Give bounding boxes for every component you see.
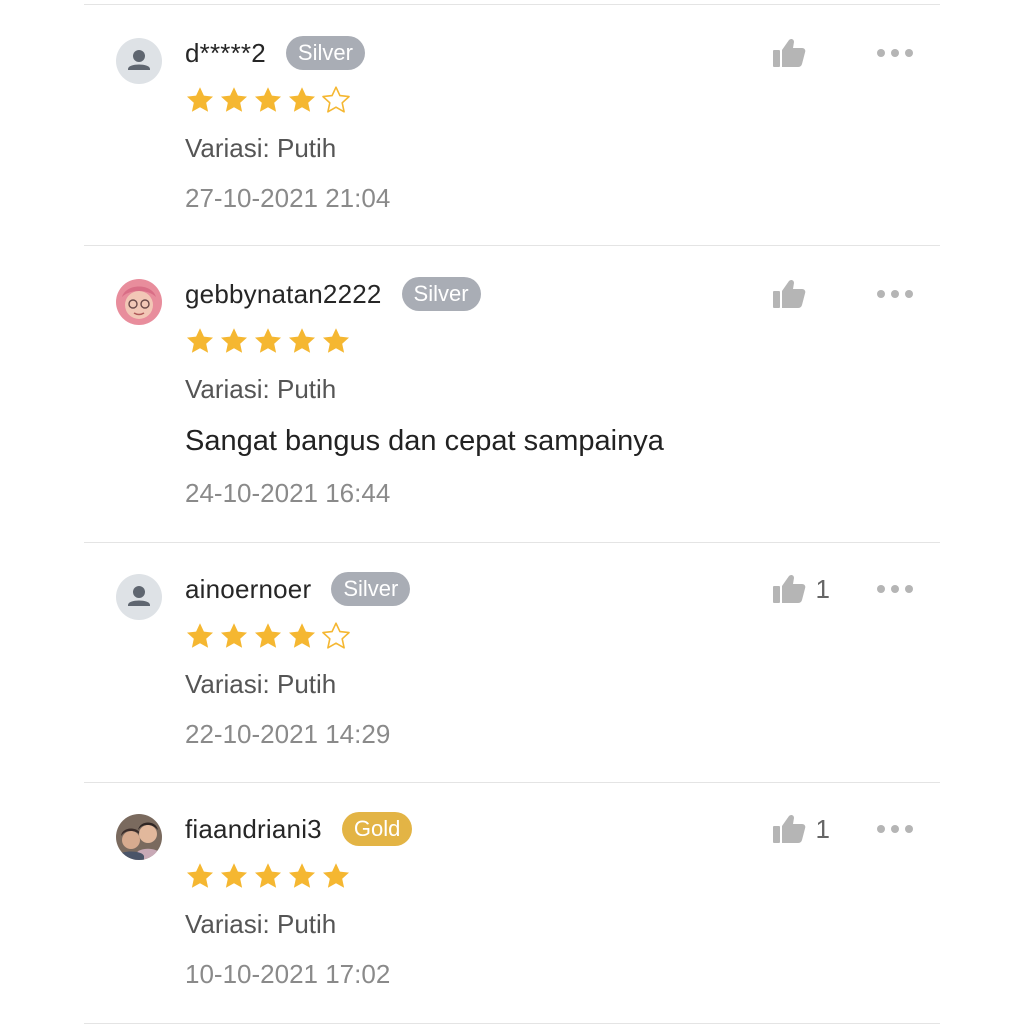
star-empty-icon [321, 85, 351, 115]
star-filled-icon [321, 326, 351, 356]
star-filled-icon [253, 621, 283, 651]
star-filled-icon [185, 621, 215, 651]
member-badge: Silver [285, 36, 365, 70]
review-actions [772, 35, 914, 71]
star-filled-icon [185, 861, 215, 891]
review-timestamp: 24-10-2021 16:44 [185, 478, 391, 508]
like-button[interactable] [772, 279, 830, 309]
default-user-icon [128, 50, 150, 70]
star-filled-icon [287, 85, 317, 115]
star-filled-icon [287, 326, 317, 356]
like-button[interactable] [772, 38, 830, 68]
star-filled-icon [287, 621, 317, 651]
review-actions: 1 [772, 811, 914, 847]
star-rating [185, 621, 940, 651]
star-rating [185, 861, 940, 891]
reviews-page: d*****2 Silver Variasi: Putih 27-10-2021… [0, 0, 1024, 1024]
more-dots-icon [877, 49, 913, 57]
default-user-icon [128, 586, 150, 606]
member-badge: Silver [401, 277, 481, 311]
thumbs-up-icon [772, 574, 805, 603]
avatar[interactable] [116, 814, 162, 860]
review-item: d*****2 Silver Variasi: Putih 27-10-2021… [84, 5, 940, 246]
review-item: fiaandriani3 Gold Variasi: Putih 10-10-2… [84, 783, 940, 1024]
username[interactable]: gebbynatan2222 [185, 279, 382, 310]
star-filled-icon [219, 621, 249, 651]
review-timestamp: 22-10-2021 14:29 [185, 719, 391, 749]
review-item: gebbynatan2222 Silver Variasi: Putih San… [84, 246, 940, 543]
star-filled-icon [253, 861, 283, 891]
more-options-button[interactable] [876, 584, 914, 594]
thumbs-up-icon [773, 279, 806, 308]
star-rating [185, 326, 940, 356]
star-filled-icon [253, 326, 283, 356]
star-filled-icon [253, 85, 283, 115]
variation-label: Variasi: Putih [185, 133, 337, 163]
review-list: d*****2 Silver Variasi: Putih 27-10-2021… [84, 4, 940, 1024]
more-dots-icon [877, 585, 913, 593]
username[interactable]: d*****2 [185, 38, 266, 69]
star-filled-icon [219, 85, 249, 115]
variation-label: Variasi: Putih [185, 909, 337, 939]
user-photo-icon [116, 814, 162, 860]
review-item: ainoernoer Silver Variasi: Putih 22-10-2… [84, 543, 940, 783]
more-options-button[interactable] [876, 824, 914, 834]
star-filled-icon [219, 326, 249, 356]
variation-label: Variasi: Putih [185, 669, 337, 699]
avatar[interactable] [116, 279, 162, 325]
star-filled-icon [185, 85, 215, 115]
thumbs-up-icon [773, 38, 806, 67]
variation-label: Variasi: Putih [185, 374, 337, 404]
more-options-button[interactable] [876, 48, 914, 58]
star-filled-icon [185, 326, 215, 356]
review-timestamp: 27-10-2021 21:04 [185, 183, 391, 213]
avatar[interactable] [116, 574, 162, 620]
member-badge: Gold [341, 812, 413, 846]
star-filled-icon [321, 861, 351, 891]
like-button[interactable]: 1 [772, 574, 830, 605]
avatar[interactable] [116, 38, 162, 84]
member-badge: Silver [331, 572, 411, 606]
username[interactable]: ainoernoer [185, 574, 311, 605]
review-actions: 1 [772, 571, 914, 607]
username[interactable]: fiaandriani3 [185, 814, 322, 845]
review-comment: Sangat bangus dan cepat sampainya [185, 425, 664, 457]
user-photo-icon [116, 279, 162, 325]
star-empty-icon [321, 621, 351, 651]
like-count: 1 [815, 573, 830, 604]
more-options-button[interactable] [876, 289, 914, 299]
review-timestamp: 10-10-2021 17:02 [185, 959, 391, 989]
star-filled-icon [287, 861, 317, 891]
star-rating [185, 85, 940, 115]
like-count: 1 [815, 813, 830, 844]
more-dots-icon [877, 290, 913, 298]
thumbs-up-icon [772, 814, 805, 843]
like-button[interactable]: 1 [772, 814, 830, 845]
star-filled-icon [219, 861, 249, 891]
more-dots-icon [877, 825, 913, 833]
review-actions [772, 276, 914, 312]
